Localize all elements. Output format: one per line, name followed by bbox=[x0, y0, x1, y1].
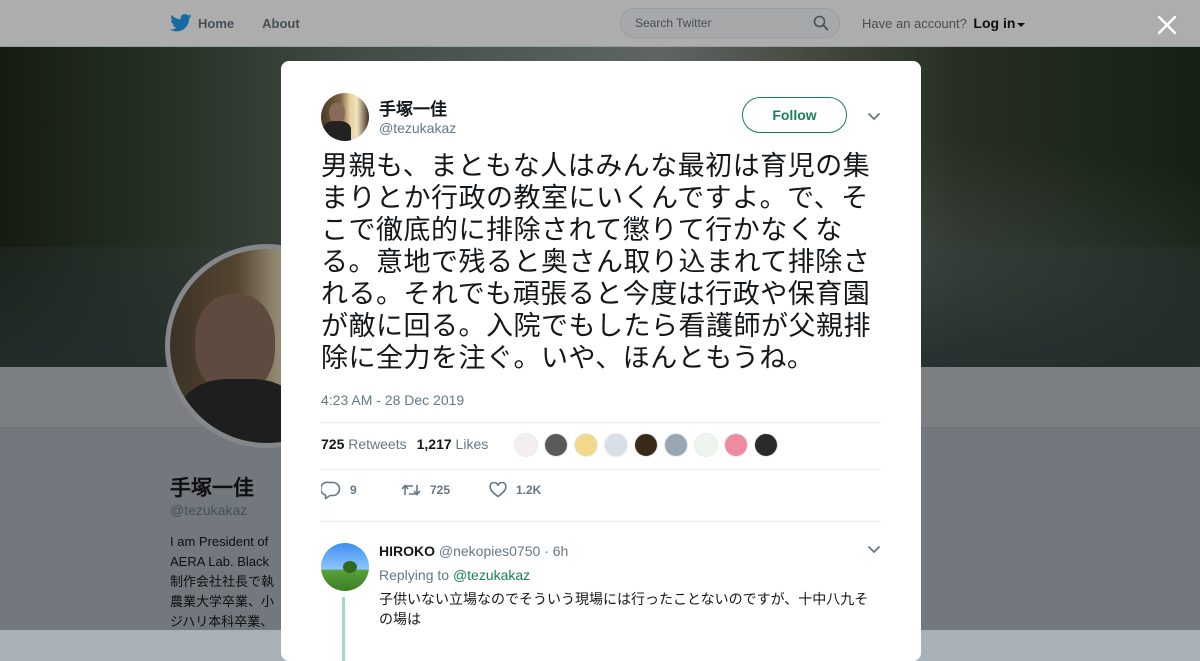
nav-about-link[interactable]: About bbox=[262, 16, 300, 31]
avatar-body bbox=[323, 121, 351, 141]
liker-avatars bbox=[514, 433, 778, 457]
liker-avatar[interactable] bbox=[544, 433, 568, 457]
heart-icon bbox=[489, 482, 507, 498]
liker-avatar[interactable] bbox=[574, 433, 598, 457]
liker-avatar[interactable] bbox=[634, 433, 658, 457]
search-icon[interactable] bbox=[813, 15, 829, 31]
retweet-count: 725 bbox=[430, 483, 451, 497]
likes-stat[interactable]: 1,217 Likes bbox=[417, 436, 489, 452]
bio-line: I am President of bbox=[170, 534, 269, 549]
liker-avatar[interactable] bbox=[664, 433, 688, 457]
profile-handle: @tezukakaz bbox=[170, 502, 248, 518]
retweets-count: 725 bbox=[321, 436, 345, 452]
retweet-icon bbox=[401, 484, 421, 496]
bio-line: 農業大学卒業、小 bbox=[170, 594, 275, 609]
account-prompt: Have an account? bbox=[862, 16, 967, 31]
divider bbox=[321, 469, 881, 470]
reply-action[interactable]: 9 bbox=[321, 481, 401, 499]
reply-text: 子供いない立場なのでそういう現場には行ったことないのですが、十中八九その場は bbox=[379, 592, 869, 628]
author-handle[interactable]: @tezukakaz bbox=[379, 120, 456, 136]
retweets-label: Retweets bbox=[348, 436, 407, 452]
follow-button[interactable]: Follow bbox=[742, 97, 847, 133]
divider bbox=[321, 422, 881, 423]
likes-count: 1,217 bbox=[416, 436, 452, 452]
tweet-modal: 手塚一佳 @tezukakaz Follow 男親も、まともな人はみんな最初は育… bbox=[281, 61, 921, 661]
chevron-down-icon[interactable] bbox=[867, 112, 881, 121]
like-action[interactable]: 1.2K bbox=[489, 482, 541, 498]
divider bbox=[321, 521, 881, 522]
top-nav: Home About Have an account? Log in bbox=[0, 0, 1200, 47]
nav-home-label: Home bbox=[198, 15, 235, 31]
author-name[interactable]: 手塚一佳 bbox=[379, 95, 447, 120]
reply-count: 9 bbox=[350, 483, 357, 497]
search-input[interactable] bbox=[633, 15, 807, 31]
nav-home-link[interactable]: Home bbox=[170, 14, 234, 32]
liker-avatar[interactable] bbox=[604, 433, 628, 457]
close-icon[interactable] bbox=[1155, 13, 1179, 37]
reply-age[interactable]: · 6h bbox=[544, 543, 568, 559]
reply-icon bbox=[321, 481, 341, 499]
replying-prefix: Replying to bbox=[379, 567, 450, 583]
reply-avatar[interactable] bbox=[321, 543, 369, 591]
bio-line: 制作会社社長で執 bbox=[170, 574, 275, 589]
reply-author-handle[interactable]: @nekopies0750 bbox=[439, 543, 540, 559]
login-link[interactable]: Log in bbox=[973, 15, 1015, 31]
account-area: Have an account? Log in bbox=[862, 15, 1026, 31]
profile-name: 手塚一佳 bbox=[170, 477, 254, 500]
likes-label: Likes bbox=[455, 436, 489, 452]
liker-avatar[interactable] bbox=[694, 433, 718, 457]
twitter-bird-icon bbox=[170, 14, 192, 32]
reply-header: HIROKO @nekopies0750 · 6h bbox=[379, 543, 568, 559]
tweet-stats: 725 Retweets 1,217 Likes bbox=[321, 436, 488, 452]
tweet-text: 男親も、まともな人はみんな最初は育児の集まりとか行政の教室にいくんですよ。で、そ… bbox=[321, 151, 871, 374]
bio-line: AERA Lab. Black bbox=[170, 554, 269, 569]
replying-to-link[interactable]: @tezukakaz bbox=[453, 567, 530, 583]
liker-avatar[interactable] bbox=[724, 433, 748, 457]
tweet-timestamp[interactable]: 4:23 AM - 28 Dec 2019 bbox=[321, 392, 464, 408]
chevron-down-icon[interactable] bbox=[867, 545, 881, 554]
reply-author-name[interactable]: HIROKO bbox=[379, 543, 435, 559]
thread-line bbox=[342, 597, 345, 661]
retweet-action[interactable]: 725 bbox=[401, 482, 489, 498]
replying-to: Replying to @tezukakaz bbox=[379, 567, 530, 583]
liker-avatar[interactable] bbox=[514, 433, 538, 457]
avatar-tree bbox=[343, 561, 357, 573]
retweets-stat[interactable]: 725 Retweets bbox=[321, 436, 407, 452]
search-box[interactable] bbox=[620, 8, 840, 38]
like-count: 1.2K bbox=[516, 483, 542, 497]
liker-avatar[interactable] bbox=[754, 433, 778, 457]
avatar-face bbox=[329, 103, 345, 123]
chevron-down-icon[interactable] bbox=[1017, 22, 1026, 27]
profile-bio: I am President of AERA Lab. Black 制作会社社長… bbox=[170, 532, 280, 632]
tweet-actions: 9 725 1.2K bbox=[321, 481, 541, 499]
bio-line: ジハリ本科卒業、 bbox=[170, 614, 274, 629]
author-avatar[interactable] bbox=[321, 93, 369, 141]
